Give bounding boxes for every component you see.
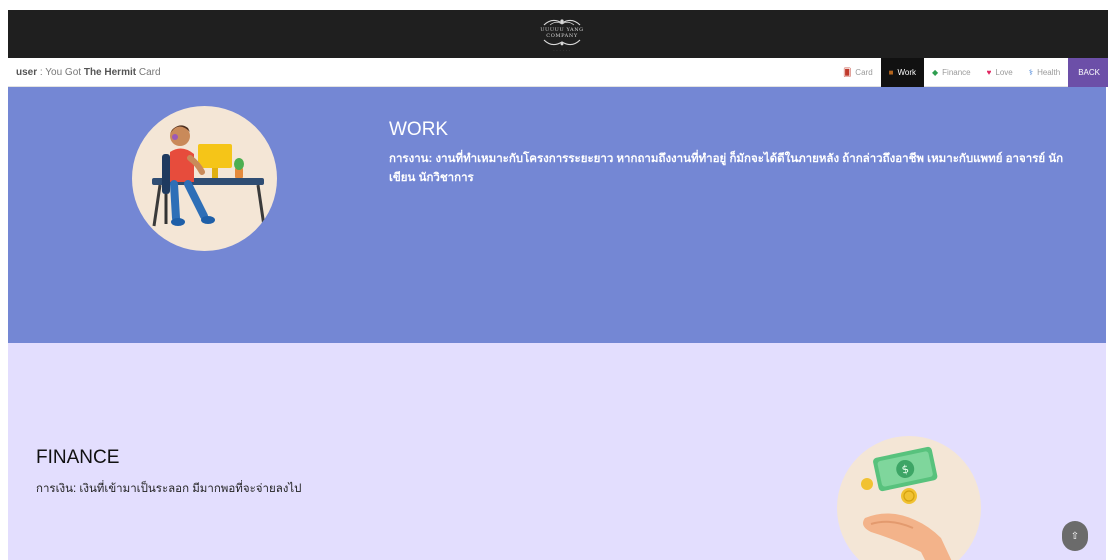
heart-icon: ♥ — [986, 67, 992, 77]
finance-section: FINANCE การเงิน: เงินที่เข้ามาเป็นระลอก … — [8, 343, 1106, 560]
finance-title: FINANCE — [36, 447, 120, 468]
nav-item-work[interactable]: ■ Work — [880, 58, 925, 87]
money-icon: ◆ — [932, 67, 939, 77]
arrow-up-icon: ⇧ — [1070, 530, 1080, 542]
briefcase-icon: ■ — [888, 67, 894, 77]
hand-with-money-illustration: $ — [837, 436, 981, 560]
nav-item-label: Finance — [942, 68, 971, 77]
nav-menu: 🂠 Card ■ Work ◆ Finance ♥ Love ⚕ Health … — [835, 58, 1108, 87]
nav-item-love[interactable]: ♥ Love — [979, 58, 1021, 87]
logo-ornament-top-icon — [543, 18, 581, 25]
card-suffix: Card — [136, 67, 161, 78]
nav-item-label: Love — [995, 68, 1013, 77]
person-at-computer-icon — [152, 125, 266, 227]
hand-with-money-icon: $ — [861, 446, 952, 560]
navbar: user : You Got The Hermit Card 🂠 Card ■ … — [8, 58, 1108, 87]
company-logo[interactable]: UUUUU YANG COMPANY · · · · · · — [536, 11, 588, 57]
work-section: WORK การงาน: งานที่ทำเหมาะกับโครงการระยะ… — [8, 87, 1106, 343]
nav-item-label: Card — [855, 68, 873, 77]
left-gutter — [0, 0, 8, 560]
back-button[interactable]: BACK — [1068, 58, 1108, 87]
page: UUUUU YANG COMPANY · · · · · · user : Yo… — [0, 0, 1108, 560]
logo-text-line3: · · · · · · — [553, 47, 571, 52]
user-label: user — [16, 67, 38, 78]
nav-item-health[interactable]: ⚕ Health — [1021, 58, 1068, 87]
stethoscope-icon: ⚕ — [1028, 67, 1034, 77]
work-title: WORK — [389, 119, 449, 140]
user-sep: : You Got — [37, 67, 84, 78]
scroll-to-top-button[interactable]: ⇧ — [1062, 521, 1088, 551]
person-at-computer-illustration — [132, 106, 277, 251]
nav-item-card[interactable]: 🂠 Card — [835, 58, 881, 87]
card-icon: 🂠 — [843, 67, 852, 77]
top-header: UUUUU YANG COMPANY · · · · · · — [8, 10, 1108, 58]
logo-ornament-bottom-icon — [543, 39, 581, 45]
user-result-line: user : You Got The Hermit Card — [16, 67, 161, 78]
nav-item-label: Work — [897, 68, 917, 77]
card-name: The Hermit — [83, 67, 137, 78]
work-description: การงาน: งานที่ทำเหมาะกับโครงการระยะยาว ห… — [389, 153, 1064, 184]
finance-description: การเงิน: เงินที่เข้ามาเป็นระลอก มีมากพอท… — [36, 483, 302, 495]
back-button-label: BACK — [1078, 68, 1100, 77]
nav-item-finance[interactable]: ◆ Finance — [924, 58, 979, 87]
nav-item-label: Health — [1037, 68, 1061, 77]
